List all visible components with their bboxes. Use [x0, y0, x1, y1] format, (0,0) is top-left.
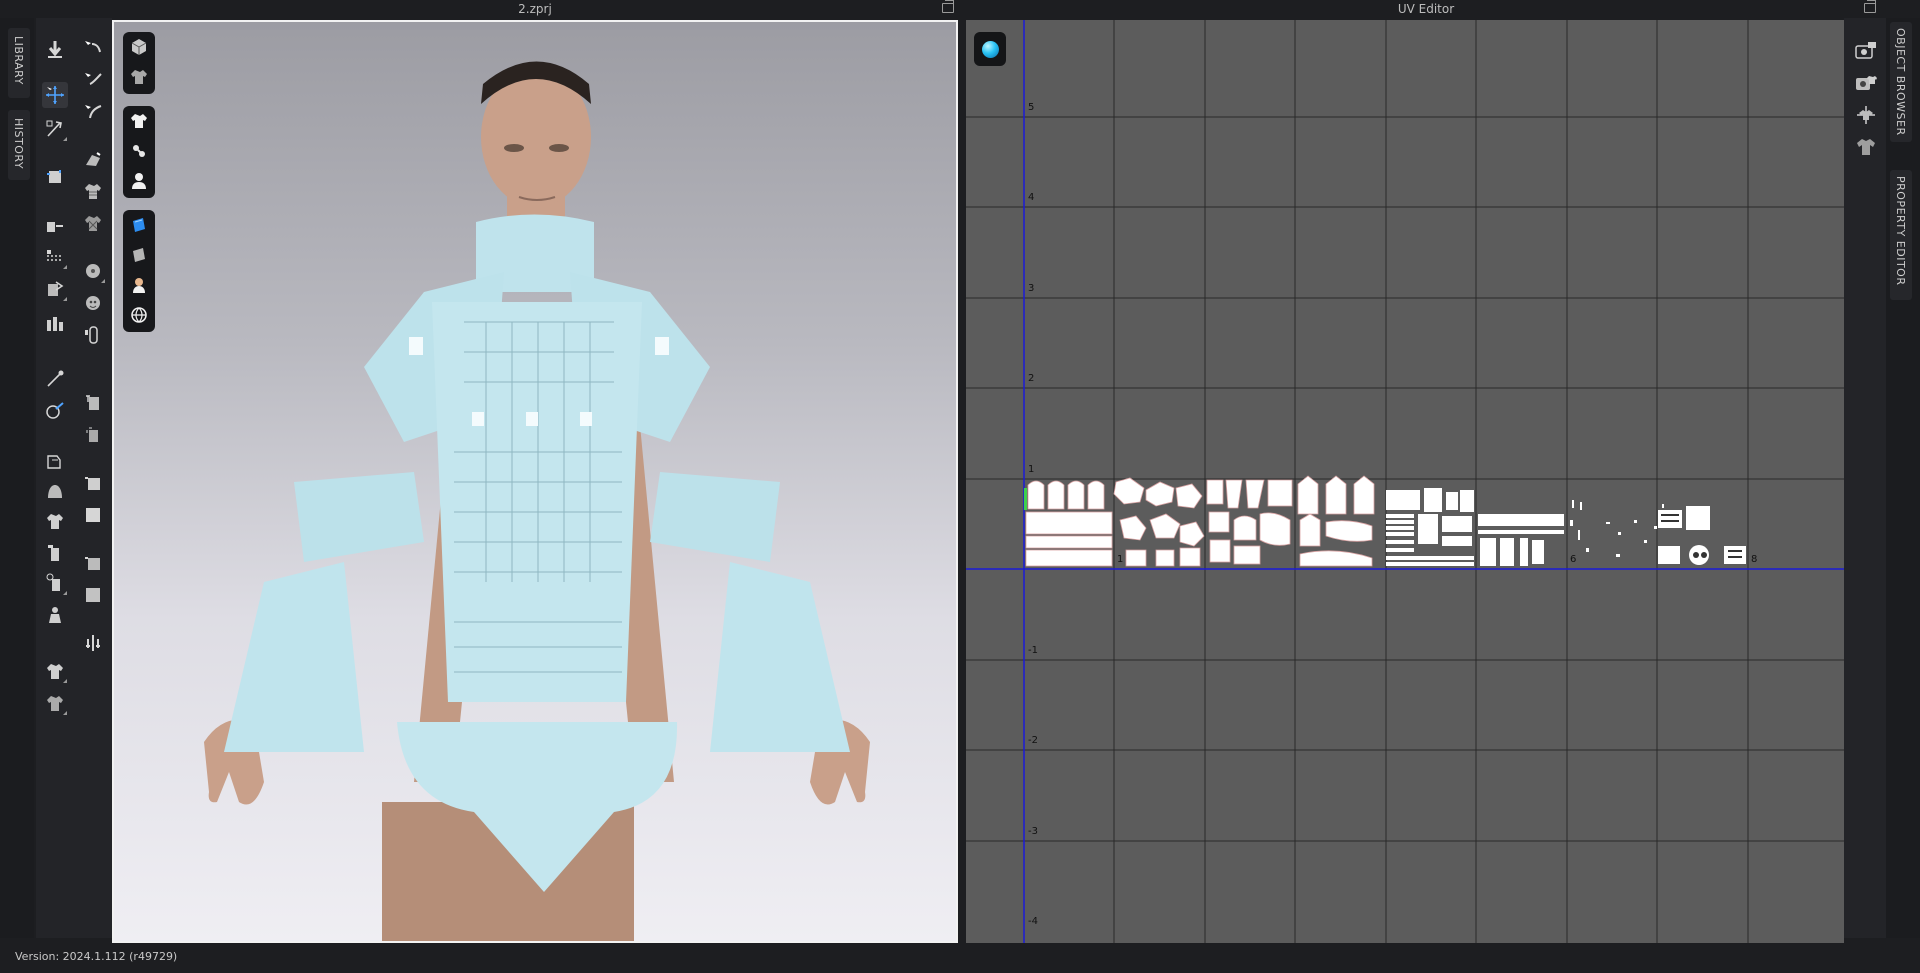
camera-shirt-icon[interactable] [1853, 70, 1879, 96]
point-select-icon[interactable] [80, 34, 106, 60]
gray-square-icon[interactable] [80, 582, 106, 608]
transform-pattern-icon[interactable] [42, 116, 68, 142]
float-window-icon[interactable] [942, 0, 954, 13]
avatar-head-icon[interactable] [123, 270, 155, 300]
property-editor-tab[interactable]: PROPERTY EDITOR [1890, 170, 1912, 300]
segment-icon[interactable] [42, 212, 68, 238]
adjust-icon[interactable] [80, 630, 106, 656]
tool-column-2 [74, 18, 112, 938]
pin-icon[interactable] [42, 366, 68, 392]
arrange-icon[interactable] [42, 658, 68, 684]
avatar-pose-icon[interactable] [42, 570, 68, 596]
right-tab-strip: OBJECT BROWSER PROPERTY EDITOR [1886, 18, 1920, 938]
left-tab-strip: LIBRARY HISTORY [0, 18, 34, 938]
uv-tile-label: 6 [1570, 554, 1577, 565]
app-window: LIBRARY HISTORY 2.zprj UV Editor 5 4 3 2… [0, 0, 1920, 973]
fit-garment-icon[interactable] [42, 602, 68, 628]
uv-shell-tile-6 [1478, 514, 1564, 566]
uv-shell-tile-1 [1025, 480, 1113, 567]
camera-icon[interactable] [1853, 38, 1879, 64]
uv-y-label: -2 [1028, 735, 1038, 746]
rectangle-icon[interactable] [80, 470, 106, 496]
uv-tile-label: 1 [1117, 554, 1124, 565]
viewport-title: 2.zprj [518, 2, 552, 16]
uv-grid [966, 20, 1844, 943]
viewport-toolbar-display [123, 32, 155, 94]
hanger-icon[interactable] [123, 136, 155, 166]
version-label: Version: 2024.1.112 (r49729) [15, 950, 178, 963]
brush-icon[interactable] [42, 398, 68, 424]
stitch-icon[interactable] [80, 422, 106, 448]
garment-icon[interactable] [42, 508, 68, 534]
uv-tile-label: 8 [1751, 554, 1758, 565]
hood-icon[interactable] [42, 478, 68, 504]
shirt-gray-icon[interactable] [1853, 134, 1879, 160]
sew-line-icon[interactable] [42, 244, 68, 270]
uv-shell-tile-5 [1386, 488, 1474, 566]
uv-y-label: 3 [1028, 283, 1035, 294]
uv-editor-title: UV Editor [1397, 2, 1455, 16]
fold-arrangement-icon[interactable] [42, 276, 68, 302]
uv-y-label: 4 [1028, 192, 1035, 203]
tack-icon[interactable] [42, 310, 68, 336]
edit-pattern-icon[interactable] [42, 164, 68, 190]
garment-list-icon[interactable] [42, 690, 68, 716]
shirt-icon[interactable] [123, 106, 155, 136]
line-select-icon[interactable] [80, 66, 106, 92]
cube-icon[interactable] [123, 32, 155, 62]
uv-y-label: 1 [1028, 464, 1035, 475]
tool-column-1 [36, 18, 74, 938]
uv-shell-tile-7 [1570, 500, 1664, 557]
viewport-toolbar-render [123, 210, 155, 332]
select-move-icon[interactable] [42, 82, 68, 108]
status-bar: Version: 2024.1.112 (r49729) [0, 945, 1920, 973]
3d-viewport[interactable] [112, 20, 958, 943]
uv-shell-tile-2 [1113, 477, 1205, 567]
float-window-icon[interactable] [1864, 0, 1876, 13]
simulate-icon[interactable] [42, 36, 68, 62]
globe-icon[interactable] [123, 300, 155, 330]
right-icon-column [1844, 18, 1886, 938]
buttonhole-icon[interactable] [80, 290, 106, 316]
avatar-garment-render [204, 61, 870, 941]
uv-editor-canvas[interactable]: 5 4 3 2 1 -1 -2 -3 -4 1 6 8 [966, 20, 1844, 943]
sphere-icon [981, 40, 999, 58]
uv-shell-tile-4 [1297, 475, 1375, 567]
move-shirt-icon[interactable] [1853, 102, 1879, 128]
texture-icon[interactable] [123, 210, 155, 240]
trim-icon[interactable] [80, 390, 106, 416]
viewport-toolbar-visibility [123, 106, 155, 198]
uv-editor-header: UV Editor [966, 0, 1886, 18]
library-tab[interactable]: LIBRARY [8, 28, 30, 98]
uv-display-toggle[interactable] [974, 32, 1006, 66]
uv-y-label: 2 [1028, 373, 1035, 384]
curve-select-icon[interactable] [80, 98, 106, 124]
object-browser-tab[interactable]: OBJECT BROWSER [1890, 22, 1912, 142]
texture-icon[interactable] [80, 210, 106, 236]
dark-square-icon[interactable] [80, 550, 106, 576]
avatar-measure-icon[interactable] [42, 540, 68, 566]
surface-icon[interactable] [123, 240, 155, 270]
uv-y-label: -4 [1028, 916, 1038, 927]
puckering-icon[interactable] [42, 448, 68, 474]
uv-shell-tile-3 [1206, 479, 1293, 565]
uv-y-label: -3 [1028, 826, 1038, 837]
history-tab[interactable]: HISTORY [8, 110, 30, 180]
garment-display-icon[interactable] [123, 62, 155, 92]
uv-y-label: 5 [1028, 102, 1035, 113]
drape-icon[interactable] [80, 146, 106, 172]
uv-y-label: -1 [1028, 645, 1038, 656]
zipper-icon[interactable] [80, 322, 106, 348]
avatar-icon[interactable] [123, 166, 155, 196]
viewport-header: 2.zprj [112, 0, 958, 18]
square-icon[interactable] [80, 502, 106, 528]
fabric-icon[interactable] [80, 178, 106, 204]
button-icon[interactable] [80, 258, 106, 284]
